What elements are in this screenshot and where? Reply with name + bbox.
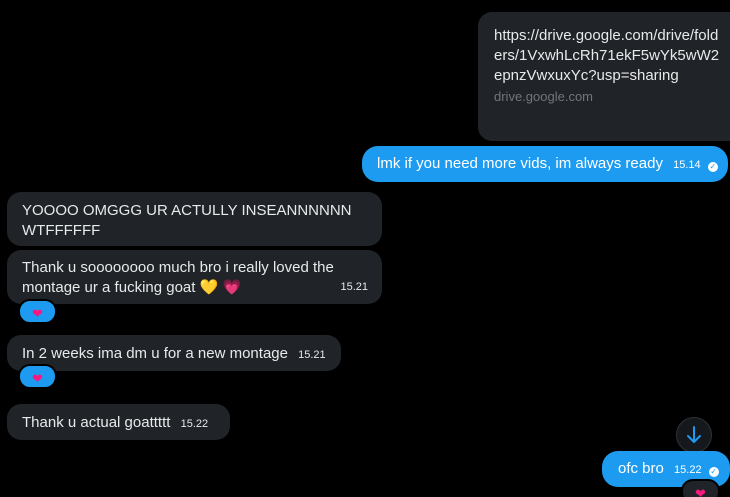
check-circle-icon: ✓ <box>707 162 718 172</box>
check-circle-icon: ✓ <box>708 467 719 477</box>
message-text: Thank u soooooooo much bro i really love… <box>22 259 334 296</box>
incoming-message[interactable]: In 2 weeks ima dm u for a new montage 15… <box>7 335 341 371</box>
reaction-heart[interactable]: ❤ <box>18 364 57 389</box>
incoming-message[interactable]: YOOOO OMGGG UR ACTULLY INSEANNNNNN WTFFF… <box>7 192 382 246</box>
link-preview-card[interactable]: https://drive.google.com/drive/folders/1… <box>478 12 730 141</box>
heart-icon: ❤ <box>695 486 706 497</box>
message-text: YOOOO OMGGG UR ACTULLY INSEANNNNNN WTFFF… <box>22 202 352 239</box>
message-time: 15.21 <box>298 349 326 361</box>
message-text: ofc bro <box>618 460 664 477</box>
message-time: 15.14 <box>673 159 701 171</box>
message-time: 15.22 <box>180 418 209 430</box>
link-domain: drive.google.com <box>494 89 593 104</box>
scroll-down-button[interactable] <box>676 417 712 453</box>
incoming-message[interactable]: Thank u soooooooo much bro i really love… <box>7 250 382 304</box>
arrow-down-icon <box>687 426 701 443</box>
reaction-heart[interactable]: ❤ <box>681 479 720 497</box>
message-text: Thank u actual goattttt <box>22 414 171 431</box>
outgoing-message[interactable]: lmk if you need more vids, im always rea… <box>362 146 728 182</box>
message-text: lmk if you need more vids, im always rea… <box>377 155 663 172</box>
heart-icon: ❤ <box>32 371 43 386</box>
message-time: 15.21 <box>340 281 368 293</box>
reaction-heart[interactable]: ❤ <box>18 299 57 324</box>
link-url[interactable]: https://drive.google.com/drive/folders/1… <box>494 26 724 86</box>
message-time: 15.22 <box>674 464 702 476</box>
heart-icon: ❤ <box>32 306 43 321</box>
incoming-message[interactable]: Thank u actual goattttt 15.22 <box>7 404 230 440</box>
message-text: In 2 weeks ima dm u for a new montage <box>22 345 288 362</box>
